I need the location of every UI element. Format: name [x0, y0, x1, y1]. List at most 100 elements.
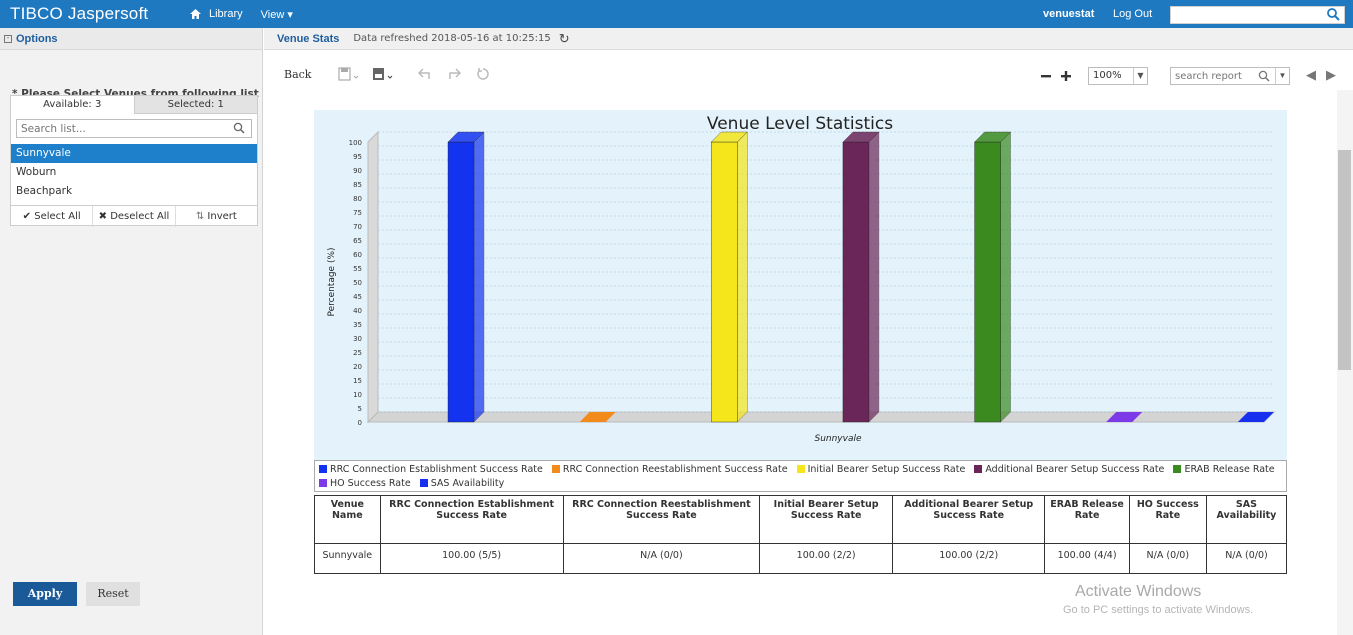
- tab-available[interactable]: Available: 3: [11, 96, 135, 114]
- legend-label: ERAB Release Rate: [1184, 464, 1275, 475]
- zoom-select[interactable]: 100% ▼: [1088, 67, 1148, 85]
- search-icon[interactable]: [1327, 8, 1340, 24]
- scrollbar-thumb[interactable]: [1338, 150, 1351, 370]
- table-cell: N/A (0/0): [562, 543, 761, 574]
- back-button[interactable]: Back: [284, 68, 311, 81]
- bar-chart: Venue Level Statistics 0 5 10 15 20 25 30 35 40 45…: [327, 114, 1276, 444]
- list-item-sunnyvale[interactable]: Sunnyvale: [11, 144, 257, 163]
- search-icon[interactable]: [233, 122, 245, 137]
- list-search[interactable]: [16, 119, 252, 138]
- y-tick-label: 85: [353, 181, 362, 189]
- reset-view-icon[interactable]: [475, 66, 491, 82]
- chart-area: Venue Level Statistics 0 5 10 15 20 25 30 35 40 45…: [314, 110, 1287, 460]
- undo-icon[interactable]: [417, 66, 433, 82]
- home-icon: [190, 9, 201, 19]
- select-all-button[interactable]: ✔ Select All: [11, 205, 94, 227]
- report-search-input[interactable]: [1171, 68, 1246, 84]
- stats-table: Venue Name RRC Connection Establishment S…: [314, 495, 1288, 574]
- legend-swatch: [319, 465, 327, 473]
- zoom-in-icon[interactable]: [1060, 70, 1072, 82]
- legend-swatch: [551, 465, 560, 473]
- redo-icon[interactable]: [446, 66, 462, 82]
- legend-swatch: [419, 479, 428, 487]
- zoom-out-icon[interactable]: [1040, 70, 1052, 82]
- apply-button[interactable]: Apply: [13, 582, 77, 606]
- chevron-down-icon[interactable]: ▼: [1275, 67, 1289, 85]
- legend-label: Additional Bearer Setup Success Rate: [985, 464, 1165, 475]
- y-tick-label: 20: [353, 363, 362, 371]
- y-axis-label: Percentage (%): [327, 247, 337, 316]
- list-item-woburn[interactable]: Woburn: [11, 163, 257, 182]
- table-header-cell: HO Success Rate: [1128, 495, 1207, 544]
- y-tick-label: 30: [353, 335, 362, 343]
- refresh-status: Data refreshed 2018-05-16 at 10:25:15: [353, 33, 551, 44]
- bar: [447, 141, 475, 423]
- legend-swatch: [1173, 465, 1182, 473]
- collapse-icon[interactable]: -: [4, 34, 12, 43]
- table-header-row: Venue Name RRC Connection Establishment S…: [314, 495, 1288, 544]
- invert-button[interactable]: ⇅ Invert: [176, 206, 257, 227]
- list-search-input[interactable]: [17, 120, 217, 137]
- username[interactable]: venuestat: [1043, 0, 1094, 28]
- view-menu[interactable]: View ▾: [261, 8, 293, 21]
- bar-side: [1000, 131, 1011, 423]
- chevron-down-icon: ▼: [1133, 68, 1147, 84]
- y-tick-label: 80: [353, 195, 362, 203]
- table-header-cell: RRC Connection Establishment Success Rat…: [379, 495, 564, 544]
- legend-item: RRC Connection Establishment Success Rat…: [319, 464, 543, 475]
- table-header-cell: RRC Connection Reestablishment Success R…: [562, 495, 761, 544]
- table-cell: 100.00 (4/4): [1044, 543, 1130, 574]
- global-search-input[interactable]: [1170, 6, 1345, 24]
- options-header[interactable]: - Options: [0, 28, 262, 50]
- table-header-cell: ERAB Release Rate: [1044, 495, 1130, 544]
- bar-side: [737, 131, 748, 423]
- y-tick-label: 10: [353, 391, 362, 399]
- logout-link[interactable]: Log Out: [1113, 0, 1152, 28]
- search-icon[interactable]: [1258, 70, 1270, 82]
- table-header-cell: Initial Bearer Setup Success Rate: [759, 495, 894, 544]
- list-item-beachpark[interactable]: Beachpark: [11, 182, 257, 201]
- y-tick-label: 35: [353, 321, 362, 329]
- legend-swatch: [974, 465, 983, 473]
- y-tick-label: 95: [353, 153, 362, 161]
- report-canvas: Venue Level Statistics 0 5 10 15 20 25 30 35 40 45…: [264, 90, 1337, 635]
- legend-item: HO Success Rate: [319, 478, 411, 489]
- top-bar: TIBCO Jaspersoft Library View ▾ venuesta…: [0, 0, 1353, 28]
- legend-label: Initial Bearer Setup Success Rate: [807, 464, 966, 475]
- legend-item: ERAB Release Rate: [1173, 464, 1275, 475]
- table-cell: 100.00 (5/5): [379, 543, 564, 574]
- export-icon[interactable]: [371, 66, 397, 82]
- table-header-cell: Venue Name: [314, 495, 381, 544]
- y-tick-label: 55: [353, 265, 362, 273]
- invert-icon: ⇅: [195, 210, 205, 222]
- tab-selected[interactable]: Selected: 1: [134, 96, 257, 114]
- legend-swatch: [796, 465, 805, 473]
- prev-page-icon[interactable]: ◀: [1306, 67, 1316, 83]
- bar-side: [868, 131, 880, 423]
- chart-side-wall: [367, 130, 379, 424]
- table-cell: N/A (0/0): [1205, 543, 1288, 574]
- y-tick-label: 25: [353, 349, 362, 357]
- y-tick-label: 70: [353, 223, 362, 231]
- legend-item: Initial Bearer Setup Success Rate: [796, 464, 966, 475]
- report-search[interactable]: ▼: [1170, 67, 1290, 85]
- deselect-all-button[interactable]: ✖ Deselect All: [93, 205, 176, 227]
- y-tick-label: 90: [353, 167, 362, 175]
- app-logo[interactable]: TIBCO Jaspersoft: [0, 4, 190, 24]
- save-icon[interactable]: [337, 66, 363, 82]
- reset-button[interactable]: Reset: [86, 582, 140, 606]
- table-header-cell: Additional Bearer Setup Success Rate: [892, 495, 1046, 544]
- legend-swatch: [319, 479, 327, 487]
- y-tick-label: 40: [353, 307, 362, 315]
- legend-item: Additional Bearer Setup Success Rate: [974, 464, 1164, 475]
- library-link[interactable]: Library: [190, 8, 243, 20]
- table-cell: 100.00 (2/2): [892, 543, 1046, 574]
- table-cell: N/A (0/0): [1128, 543, 1207, 574]
- y-tick-label: 60: [353, 251, 362, 259]
- refresh-icon[interactable]: ↻: [559, 31, 570, 47]
- y-tick-label: 45: [353, 293, 362, 301]
- y-tick-label: 5: [358, 405, 362, 413]
- next-page-icon[interactable]: ▶: [1326, 67, 1336, 83]
- watermark-subtitle: Go to PC settings to activate Windows.: [1063, 604, 1254, 616]
- table-cell: 100.00 (2/2): [759, 543, 894, 574]
